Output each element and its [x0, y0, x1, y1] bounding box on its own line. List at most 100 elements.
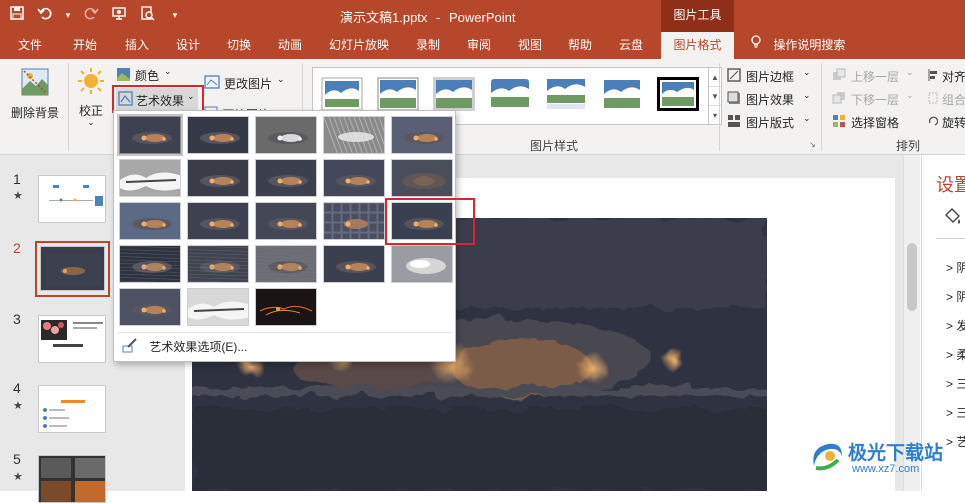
tab-insert[interactable]: 插入: [113, 32, 161, 59]
chevron-down-icon: ⌄: [164, 66, 172, 76]
artistic-effect-3[interactable]: [255, 116, 317, 154]
slide-thumbnail-2[interactable]: [40, 246, 105, 291]
align-button[interactable]: 对齐: [928, 66, 965, 86]
pane-section-soft-edges[interactable]: > 柔: [946, 346, 965, 363]
picture-color-icon: [117, 68, 130, 81]
artistic-effect-17[interactable]: [187, 245, 249, 283]
artistic-effect-6[interactable]: [119, 159, 181, 197]
transition-star-icon: ★: [13, 190, 23, 202]
transition-star-icon: ★: [13, 471, 23, 483]
color-label: 颜色: [135, 69, 160, 83]
slide-thumbnail-1[interactable]: [38, 175, 106, 223]
effect-preview: [259, 305, 313, 316]
slide-thumbnail-4[interactable]: [38, 385, 106, 433]
artistic-effect-11[interactable]: [119, 202, 181, 240]
artistic-effect-4[interactable]: [323, 116, 385, 154]
artistic-effect-16[interactable]: [119, 245, 181, 283]
change-picture-icon: [204, 75, 220, 89]
tab-file[interactable]: 文件: [8, 32, 52, 59]
artistic-effect-5[interactable]: [391, 116, 453, 154]
effect-preview: [324, 203, 384, 239]
slide-number: 4: [13, 380, 21, 396]
artistic-effect-12[interactable]: [187, 202, 249, 240]
undo-dropdown-icon[interactable]: ▾: [64, 5, 72, 25]
picture-layout-label: 图片版式: [746, 116, 795, 130]
picture-effects-label: 图片效果: [746, 93, 795, 107]
present-icon[interactable]: [110, 5, 128, 25]
group-button[interactable]: 组合: [928, 89, 965, 109]
effect-preview: [132, 132, 172, 144]
picture-effects-button[interactable]: 图片效果 ⌄: [727, 89, 813, 109]
picture-border-label: 图片边框: [746, 70, 795, 84]
tab-review[interactable]: 审阅: [455, 32, 503, 59]
slide-thumbnail-5[interactable]: [38, 455, 106, 503]
effect-preview: [402, 173, 446, 189]
artistic-effect-23[interactable]: [255, 288, 317, 326]
picture-style-thumb[interactable]: [489, 77, 531, 111]
artistic-effect-21[interactable]: [119, 288, 181, 326]
pane-section-3d-format[interactable]: > 三: [946, 375, 965, 392]
pane-section-3d-rotation[interactable]: > 三: [946, 404, 965, 421]
tab-animations[interactable]: 动画: [266, 32, 314, 59]
picture-style-thumb[interactable]: [433, 77, 475, 111]
customize-qat-icon[interactable]: ▾: [166, 5, 184, 25]
artistic-effect-2[interactable]: [187, 116, 249, 154]
picture-style-thumb[interactable]: [545, 77, 587, 111]
tab-transitions[interactable]: 切换: [215, 32, 263, 59]
color-button[interactable]: 颜色 ⌄: [116, 65, 178, 85]
tab-home[interactable]: 开始: [60, 32, 110, 59]
artistic-effect-7[interactable]: [187, 159, 249, 197]
pane-section-reflection[interactable]: > 阴: [946, 288, 965, 305]
watermark-logo: [813, 443, 842, 471]
pane-section-shadow[interactable]: > 阴: [946, 259, 965, 276]
picture-style-thumb[interactable]: [657, 77, 699, 111]
tab-picture-format[interactable]: 图片格式: [661, 32, 734, 59]
slide-thumbnail-3[interactable]: [38, 315, 106, 363]
chevron-down-icon: ⌄: [906, 90, 914, 100]
artistic-effect-20[interactable]: [391, 245, 453, 283]
picture-border-button[interactable]: 图片边框 ⌄: [727, 66, 813, 86]
paintbrush-icon: [122, 337, 140, 359]
change-picture-button[interactable]: 更改图片 ⌄: [204, 73, 288, 93]
fill-icon[interactable]: [942, 207, 962, 230]
group-icon: [928, 92, 938, 104]
rotate-button[interactable]: 旋转: [928, 112, 965, 132]
artistic-effect-13[interactable]: [255, 202, 317, 240]
save-icon[interactable]: [8, 5, 26, 25]
tab-view[interactable]: 视图: [506, 32, 554, 59]
effect-preview: [132, 218, 172, 230]
effect-preview: [268, 175, 308, 187]
print-preview-icon[interactable]: [138, 5, 156, 25]
send-backward-button[interactable]: 下移一层 ⌄: [832, 89, 918, 109]
artistic-effects-options-label: 艺术效果选项(E)...: [149, 340, 248, 355]
redo-icon[interactable]: [82, 5, 100, 25]
tab-slideshow[interactable]: 幻灯片放映: [319, 32, 399, 59]
scrollbar-thumb[interactable]: [907, 243, 917, 311]
tab-design[interactable]: 设计: [164, 32, 212, 59]
tab-record[interactable]: 录制: [404, 32, 452, 59]
artistic-effect-8[interactable]: [255, 159, 317, 197]
bring-forward-button[interactable]: 上移一层 ⌄: [832, 66, 918, 86]
artistic-effect-14[interactable]: [323, 202, 385, 240]
undo-icon[interactable]: [36, 5, 54, 25]
artistic-effect-18[interactable]: [255, 245, 317, 283]
picture-style-thumb[interactable]: [601, 77, 643, 111]
artistic-effect-22[interactable]: [187, 288, 249, 326]
tell-me-search[interactable]: 操作说明搜索: [750, 32, 845, 59]
picture-style-thumb[interactable]: [321, 77, 363, 111]
dialog-launcher-icon[interactable]: ↘: [809, 140, 816, 149]
artistic-effect-10[interactable]: [391, 159, 453, 197]
picture-style-thumb[interactable]: [377, 77, 419, 111]
artistic-effect-19[interactable]: [323, 245, 385, 283]
corrections-button[interactable]: 校正 ⌄: [72, 65, 110, 131]
artistic-effect-1[interactable]: [117, 114, 183, 156]
selection-pane-button[interactable]: 选择窗格: [832, 112, 918, 132]
artistic-effect-9[interactable]: [323, 159, 385, 197]
pane-section-glow[interactable]: > 发: [946, 317, 965, 334]
lightbulb-icon: [750, 32, 764, 58]
picture-layout-button[interactable]: 图片版式 ⌄: [727, 112, 813, 132]
tab-cloud[interactable]: 云盘: [606, 32, 656, 59]
tab-help[interactable]: 帮助: [556, 32, 604, 59]
remove-background-button[interactable]: 删除背景: [6, 65, 64, 125]
artistic-effects-options[interactable]: 艺术效果选项(E)...: [122, 337, 247, 357]
